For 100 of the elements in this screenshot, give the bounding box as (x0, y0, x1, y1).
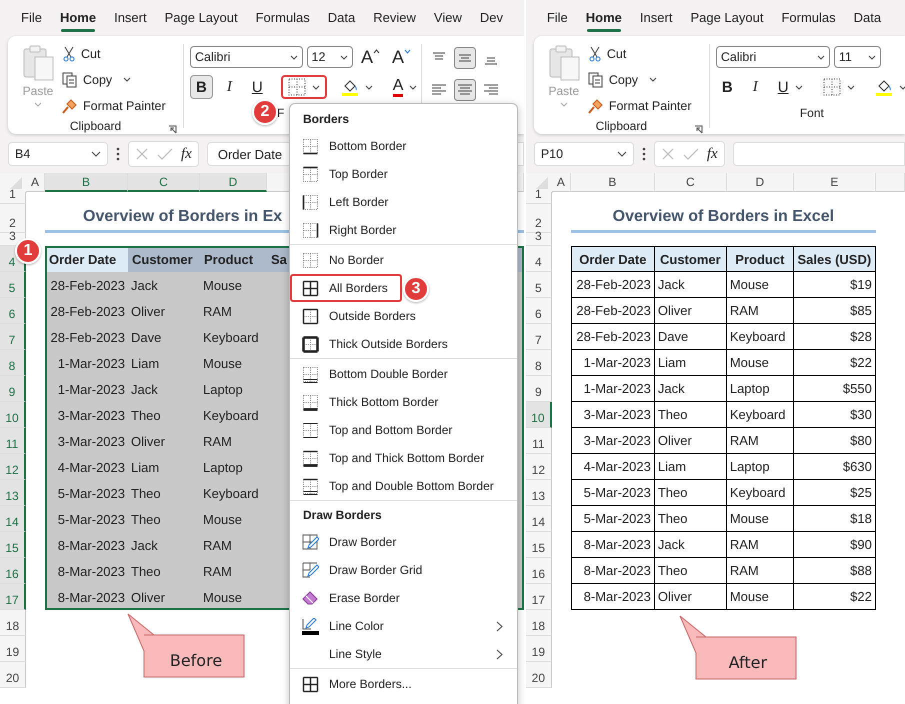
row-header[interactable]: 13 (0, 480, 26, 506)
row-header[interactable]: 20 (0, 662, 26, 688)
menu-item[interactable]: Draw Border Grid (290, 556, 513, 584)
row-header[interactable]: 7 (526, 324, 552, 350)
ribbon-tab[interactable]: Insert (105, 4, 156, 32)
row-header[interactable]: 17 (526, 584, 552, 610)
ribbon-tab[interactable]: Dev (470, 4, 512, 32)
align-center-icon[interactable] (454, 79, 476, 101)
menu-item[interactable]: All Borders (290, 274, 402, 302)
font-size-dropdown[interactable]: 11 (834, 46, 881, 68)
ribbon-tab[interactable]: Data (844, 4, 890, 32)
insert-function-button[interactable]: fx (181, 146, 192, 162)
row-header[interactable]: 20 (526, 662, 552, 688)
bold-button[interactable]: B (716, 75, 739, 99)
bold-button[interactable]: B (190, 75, 213, 99)
menu-item[interactable]: Thick Outside Borders (290, 330, 513, 358)
row-header[interactable]: 14 (526, 506, 552, 532)
row-header[interactable]: 15 (0, 532, 26, 558)
row-header[interactable]: 9 (0, 376, 26, 402)
underline-button[interactable]: U (246, 75, 269, 99)
row-header[interactable]: 15 (526, 532, 552, 558)
row-header[interactable]: 9 (526, 376, 552, 402)
column-header[interactable]: C (654, 173, 727, 192)
ribbon-tab[interactable]: File (538, 4, 577, 32)
more-icon[interactable] (642, 147, 646, 161)
ribbon-tab[interactable]: Insert (630, 4, 682, 32)
row-header[interactable]: 1 (0, 192, 26, 204)
ribbon-tab[interactable]: File (12, 4, 51, 32)
row-header[interactable]: 5 (526, 272, 552, 298)
copy-button[interactable]: Copy (62, 68, 166, 91)
row-header[interactable]: 10 (0, 402, 26, 428)
ribbon-tab[interactable]: Data (318, 4, 364, 32)
ribbon-tab[interactable]: Home (50, 4, 106, 32)
menu-item[interactable]: No Border (290, 246, 513, 274)
menu-item[interactable]: Thick Bottom Border (290, 388, 513, 416)
menu-item[interactable]: Draw Border (290, 528, 513, 556)
row-header[interactable]: 12 (526, 454, 552, 480)
column-header[interactable]: D (200, 173, 267, 192)
menu-item[interactable]: Outside Borders (290, 302, 513, 330)
dialog-launcher-icon[interactable] (168, 125, 177, 134)
menu-item[interactable]: Line Color (290, 612, 513, 640)
row-header[interactable]: 4 (526, 246, 552, 272)
font-name-dropdown[interactable]: Calibri (716, 46, 830, 68)
menu-item[interactable]: Left Border (290, 188, 513, 216)
column-header[interactable]: A (26, 173, 45, 192)
column-header[interactable]: B (570, 173, 655, 192)
row-header[interactable]: 10 (526, 402, 552, 428)
font-color-button[interactable]: A (386, 75, 424, 99)
row-header[interactable]: 11 (0, 428, 26, 454)
font-size-dropdown[interactable]: 12 (306, 46, 353, 68)
row-header[interactable]: 16 (526, 558, 552, 584)
row-header[interactable]: 6 (0, 298, 26, 324)
row-header[interactable]: 2 (526, 204, 552, 233)
column-header[interactable]: D (726, 173, 794, 192)
dialog-launcher-icon[interactable] (694, 125, 703, 134)
row-header[interactable]: 13 (526, 480, 552, 506)
row-header[interactable]: 8 (0, 350, 26, 376)
row-header[interactable]: 5 (0, 272, 26, 298)
column-header[interactable]: A (552, 173, 571, 192)
copy-button[interactable]: Copy (588, 68, 692, 91)
row-header[interactable]: 2 (0, 204, 26, 233)
menu-item[interactable]: Line Style (290, 640, 513, 668)
cut-button[interactable]: Cut (62, 42, 166, 65)
cut-button[interactable]: Cut (588, 42, 692, 65)
row-header[interactable]: 18 (526, 610, 552, 636)
row-header[interactable]: 17 (0, 584, 26, 610)
row-header[interactable]: 19 (0, 636, 26, 662)
check-icon[interactable] (157, 147, 173, 161)
italic-button[interactable]: I (746, 75, 764, 99)
row-header[interactable]: 8 (526, 350, 552, 376)
borders-button[interactable] (280, 75, 327, 99)
ribbon-tab[interactable]: Formulas (246, 4, 319, 32)
format-painter-button[interactable]: Format Painter (588, 94, 692, 117)
menu-item[interactable]: Top and Bottom Border (290, 416, 513, 444)
menu-item[interactable]: Bottom Border (290, 132, 513, 160)
ribbon-tab[interactable]: Formulas (772, 4, 845, 32)
menu-item[interactable]: Erase Border (290, 584, 513, 612)
row-header[interactable]: 12 (0, 454, 26, 480)
underline-button[interactable]: U (772, 75, 809, 99)
insert-function-button[interactable]: fx (706, 146, 718, 162)
menu-item[interactable]: Right Border (290, 216, 513, 244)
row-header[interactable]: 3 (526, 233, 552, 246)
menu-item[interactable]: Top and Thick Bottom Border (290, 444, 513, 472)
align-middle-icon[interactable] (454, 47, 476, 69)
format-painter-button[interactable]: Format Painter (62, 94, 166, 117)
row-header[interactable]: 7 (0, 324, 26, 350)
row-header[interactable]: 16 (0, 558, 26, 584)
column-header[interactable]: E (794, 173, 876, 192)
ribbon-tab[interactable]: Page Layout (681, 4, 772, 32)
column-header[interactable]: C (128, 173, 200, 192)
column-header[interactable]: B (45, 173, 128, 192)
row-header[interactable]: 1 (526, 192, 552, 204)
menu-item[interactable]: Top Border (290, 160, 513, 188)
row-header[interactable]: 18 (0, 610, 26, 636)
ribbon-tab[interactable]: View (424, 4, 471, 32)
row-header[interactable]: 14 (0, 506, 26, 532)
menu-item[interactable]: More Borders... (290, 670, 513, 698)
ribbon-tab[interactable]: Home (576, 4, 631, 32)
ribbon-tab[interactable]: Page Layout (156, 4, 247, 32)
formula-input[interactable] (732, 142, 905, 166)
